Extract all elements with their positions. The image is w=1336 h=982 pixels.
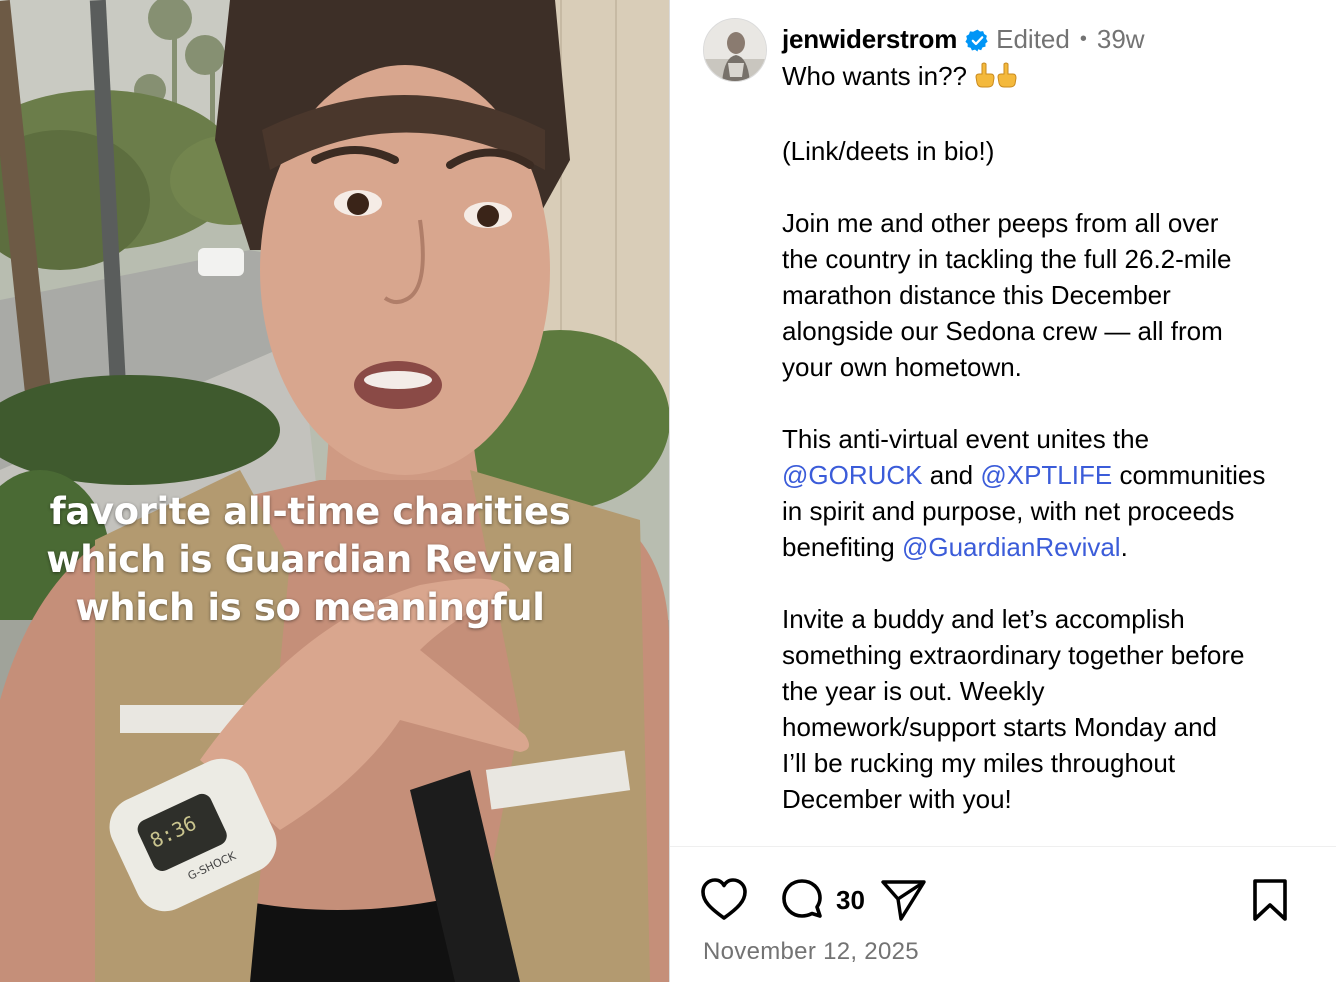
video-overlay-caption: favorite all-time charities which is Gua… xyxy=(20,488,600,632)
caption-line: Invite a buddy and let’s accomplish xyxy=(782,604,1185,634)
actions-divider xyxy=(670,846,1336,847)
mention-link-goruck[interactable]: @GORUCK xyxy=(782,460,923,490)
overlay-line-2: which is Guardian Revival xyxy=(46,538,574,581)
post-date[interactable]: November 12, 2025 xyxy=(703,936,919,968)
bookmark-icon[interactable] xyxy=(1248,876,1292,924)
caption-line: (Link/deets in bio!) xyxy=(782,136,995,166)
caption-line: @GORUCK and @XPTLIFE communities xyxy=(782,460,1266,490)
caption-line: December with you! xyxy=(782,784,1012,814)
avatar-image xyxy=(704,19,766,81)
edited-label: Edited xyxy=(996,24,1070,54)
post-media[interactable]: 8:36 G-SHOCK favorite all-time charities… xyxy=(0,0,669,982)
caption-line: marathon distance this December xyxy=(782,280,1171,310)
caption-line: the year is out. Weekly xyxy=(782,676,1045,706)
caption-line: Who wants in?? xyxy=(782,58,1312,97)
pointing-up-emoji xyxy=(974,61,996,97)
comment-count: 30 xyxy=(836,884,865,915)
post-header: jenwiderstrom Edited • 39w xyxy=(782,22,1145,56)
comment-bubble-icon[interactable] xyxy=(778,876,826,924)
pointing-up-emoji xyxy=(996,61,1018,97)
mention-link-xptlife[interactable]: @XPTLIFE xyxy=(980,460,1112,490)
post-time-ago[interactable]: 39w xyxy=(1097,22,1145,56)
caption-line: This anti-virtual event unites the xyxy=(782,424,1150,454)
caption-line: alongside our Sedona crew — all from xyxy=(782,316,1223,346)
caption-line: Join me and other peeps from all over xyxy=(782,208,1219,238)
caption-line: in spirit and purpose, with net proceeds xyxy=(782,496,1235,526)
caption-line: I’ll be rucking my miles throughout xyxy=(782,748,1176,778)
paper-plane-icon[interactable] xyxy=(879,877,927,923)
caption-line: your own hometown. xyxy=(782,352,1022,382)
caption-line: the country in tackling the full 26.2-mi… xyxy=(782,244,1232,274)
caption-line: homework/support starts Monday and xyxy=(782,712,1217,742)
post-caption: Who wants in?? (Link/deets in bio!) Join… xyxy=(782,58,1312,817)
author-avatar[interactable] xyxy=(703,18,767,82)
overlay-line-1: favorite all-time charities xyxy=(49,490,571,533)
overlay-line-3: which is so meaningful xyxy=(75,586,545,629)
meta-separator: • xyxy=(1079,28,1087,50)
verified-badge-icon xyxy=(965,27,990,52)
caption-line: benefiting @GuardianRevival. xyxy=(782,532,1128,562)
post-actions: 30 xyxy=(700,876,927,924)
author-username[interactable]: jenwiderstrom xyxy=(782,22,957,56)
mention-link-guardianrevival[interactable]: @GuardianRevival xyxy=(902,532,1121,562)
caption-line: something extraordinary together before xyxy=(782,640,1245,670)
heart-icon[interactable] xyxy=(700,877,748,923)
post-detail-panel: jenwiderstrom Edited • 39w Who wants in?… xyxy=(670,0,1336,982)
